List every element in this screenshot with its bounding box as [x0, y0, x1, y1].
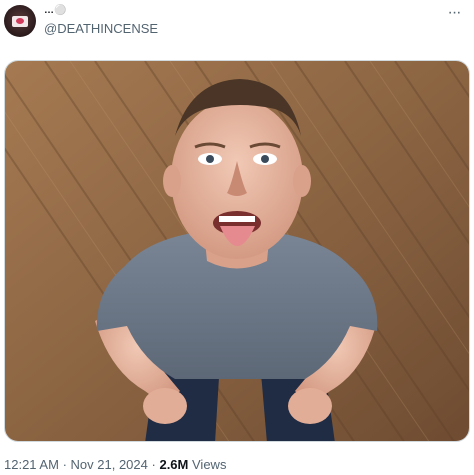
post-meta: 12:21 AM · Nov 21, 2024 · 2.6M Views	[4, 457, 226, 473]
meta-separator: ·	[62, 457, 67, 472]
avatar[interactable]	[4, 5, 36, 37]
post-date[interactable]: Nov 21, 2024	[71, 457, 148, 472]
views-label: Views	[192, 457, 227, 472]
post-header: …⚪ @DEATHINCENSE ···	[0, 0, 474, 52]
display-name[interactable]: …⚪	[44, 5, 66, 17]
more-horizontal-icon[interactable]: ···	[444, 5, 464, 21]
photo-illustration	[5, 61, 469, 441]
user-handle[interactable]: @DEATHINCENSE	[44, 21, 158, 37]
post-time[interactable]: 12:21 AM	[4, 457, 59, 472]
post-image[interactable]	[4, 60, 470, 442]
meta-separator: ·	[151, 457, 156, 472]
views-count: 2.6M	[159, 457, 189, 472]
avatar-dot-graphic	[16, 18, 24, 24]
